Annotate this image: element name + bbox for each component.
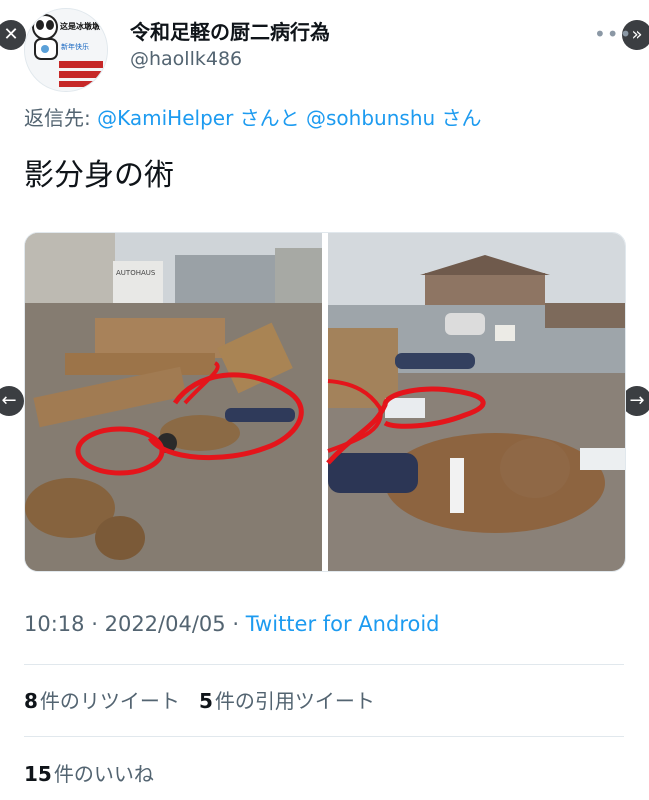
mention-sohbunshu[interactable]: @sohbunshu (306, 106, 435, 130)
quotes-stat[interactable]: 5 件の引用ツイート (199, 689, 375, 713)
divider (24, 736, 624, 737)
reply-prefix: 返信先: (24, 106, 98, 130)
avatar-text-2: 新年快乐 (61, 42, 89, 51)
avatar-text-1: 这是冰墩墩 (60, 21, 101, 31)
reply-context: 返信先: @KamiHelper さんと @sohbunshu さん (24, 102, 482, 131)
sign-text: AUTOHAUS (116, 269, 156, 277)
meta-separator: · (232, 612, 240, 636)
tweet-source[interactable]: Twitter for Android (246, 612, 440, 636)
photo-grid: AUTOHAUS (25, 233, 625, 571)
reply-suffix: さん (441, 106, 482, 130)
previous-photo-button[interactable]: ← (0, 386, 24, 416)
likes-count: 15 (24, 762, 52, 786)
close-icon: ✕ (3, 24, 19, 45)
double-chevron-right-icon: » (631, 24, 643, 45)
retweets-count: 8 (24, 689, 38, 713)
photo-right[interactable] (326, 233, 625, 571)
reply-connector: さんと (239, 106, 300, 130)
arrow-right-icon: → (629, 390, 645, 411)
avatar[interactable]: 这是冰墩墩 新年快乐 (24, 8, 108, 92)
user-handle[interactable]: @haollk486 (130, 48, 242, 70)
close-button[interactable]: ✕ (0, 20, 26, 50)
more-options-icon[interactable]: ••• (594, 22, 632, 46)
tweet-metadata: 10:18 · 2022/04/05 · Twitter for Android (24, 612, 440, 636)
display-name[interactable]: 令和足軽の厨二病行為 (130, 16, 330, 45)
engagement-stats: 8 件のリツイート 5 件の引用ツイート (24, 685, 375, 714)
tweet-time[interactable]: 10:18 (24, 612, 85, 636)
retweets-stat[interactable]: 8 件のリツイート (24, 689, 186, 713)
likes-label: 件のいいね (53, 762, 154, 786)
retweets-label: 件のリツイート (39, 689, 180, 713)
next-photo-button[interactable]: → (622, 386, 649, 416)
meta-separator: · (91, 612, 98, 636)
arrow-left-icon: ← (1, 390, 17, 411)
avatar-image: 这是冰墩墩 新年快乐 (25, 9, 107, 91)
photo-left[interactable]: AUTOHAUS (25, 233, 322, 571)
tweet-text: 影分身の術 (24, 158, 174, 193)
likes-stat[interactable]: 15 件のいいね (24, 758, 154, 787)
tweet-photos: AUTOHAUS (24, 232, 626, 572)
quotes-count: 5 (199, 689, 213, 713)
mention-kamihelper[interactable]: @KamiHelper (97, 106, 233, 130)
divider (24, 664, 624, 665)
tweet-date[interactable]: 2022/04/05 (105, 612, 226, 636)
quotes-label: 件の引用ツイート (214, 689, 375, 713)
